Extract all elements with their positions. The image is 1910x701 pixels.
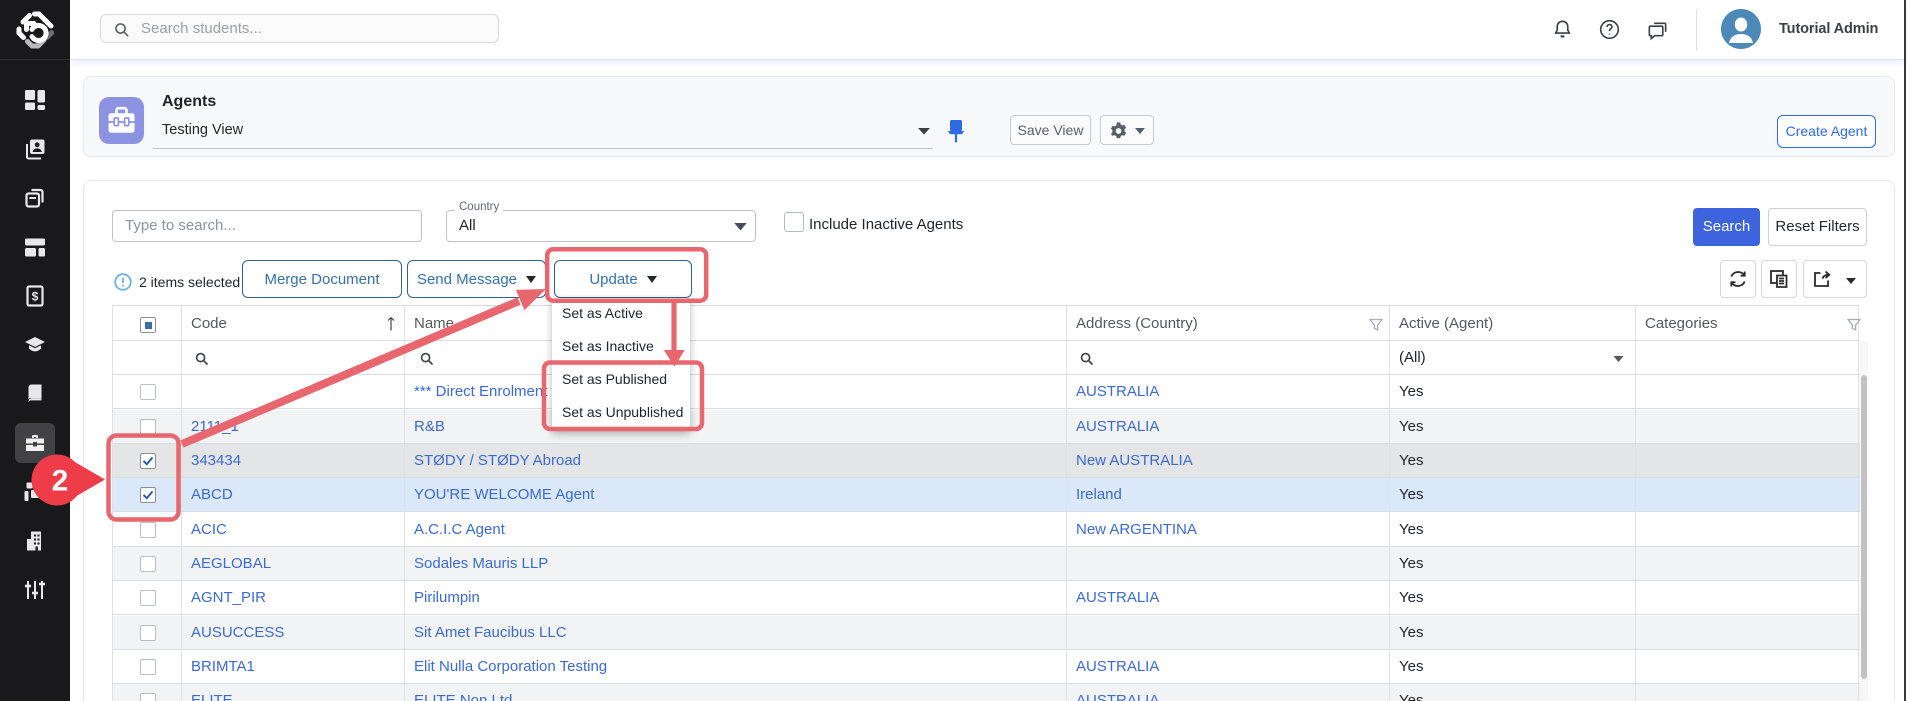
svg-text:$: $ [32, 290, 39, 304]
